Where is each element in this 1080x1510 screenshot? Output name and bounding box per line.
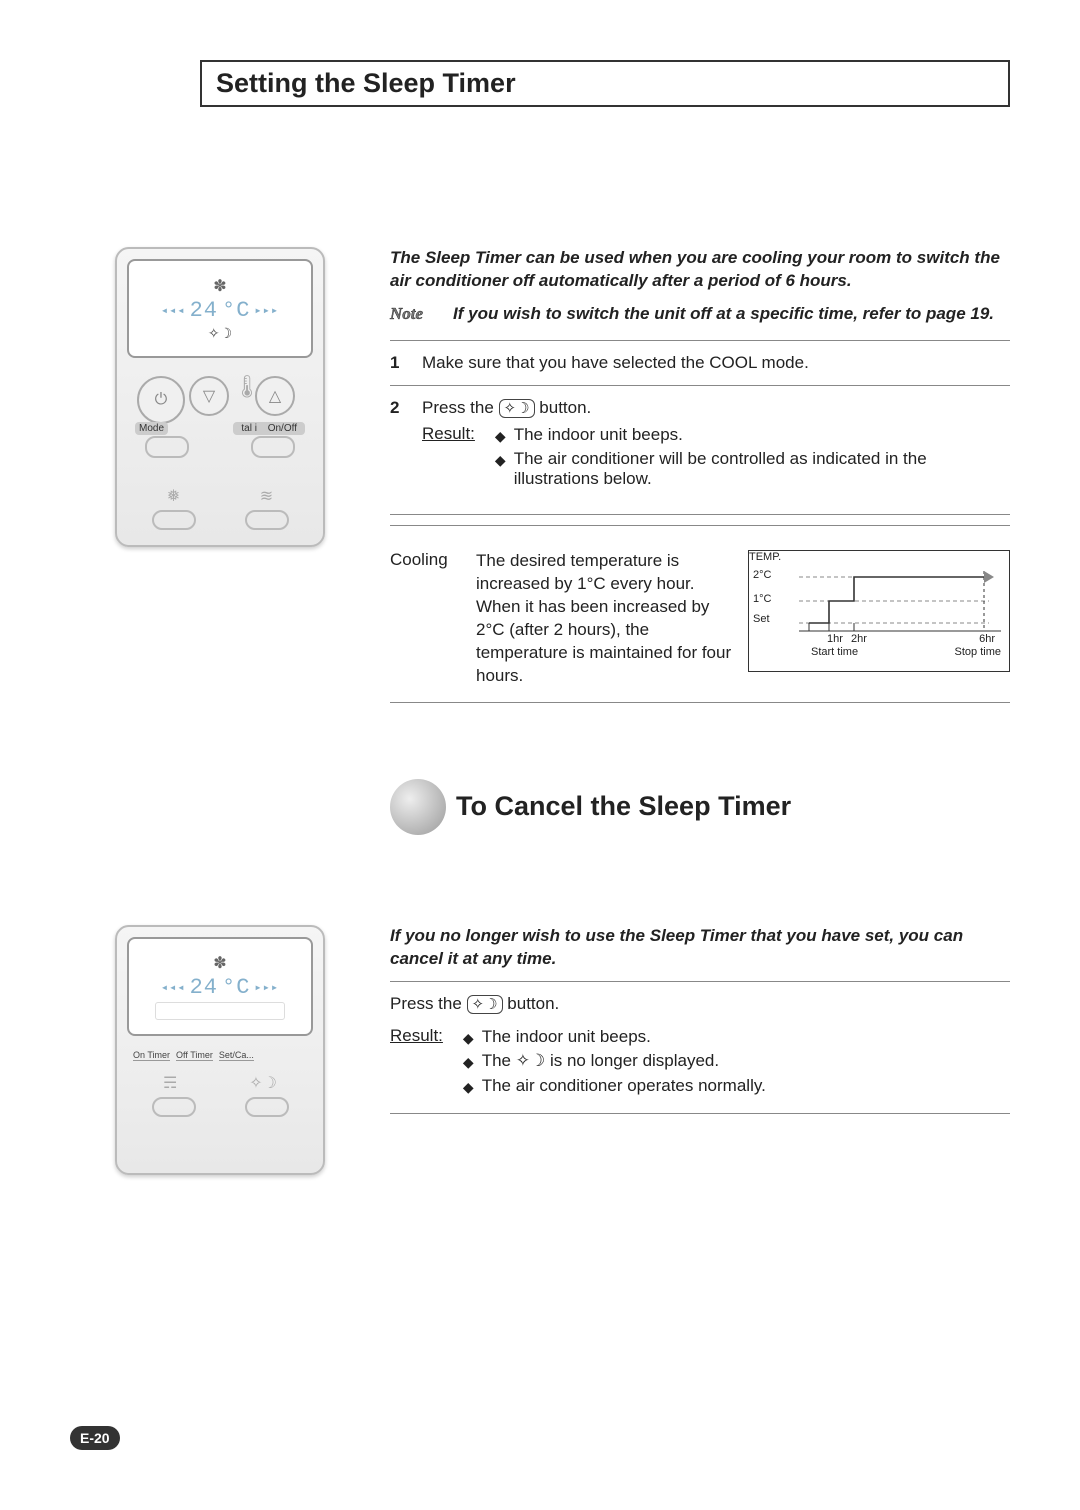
bullet-icon: ◆ <box>463 1076 474 1098</box>
step-1-num: 1 <box>390 353 408 373</box>
step-2-press: Press the <box>422 398 494 417</box>
divider <box>390 514 1010 515</box>
result-bullet-2: The air conditioner will be controlled a… <box>514 449 1010 489</box>
remote-illustration-1: ✽ ◂◂◂ 24°C ▸▸▸ ✧☽ ⏻ ▽ 🌡 △ Mode tal i O <box>115 247 325 547</box>
pill-small-4 <box>245 1097 289 1117</box>
pill-button-right <box>251 436 295 458</box>
pill-button-left <box>145 436 189 458</box>
chart-xtick-1hr: 1hr <box>827 633 843 645</box>
remote-lcd: ✽ ◂◂◂ 24°C ▸▸▸ ✧☽ <box>127 259 313 358</box>
lcd-temp-2: 24 <box>190 975 218 1000</box>
title-1: Setting the Sleep Timer <box>216 68 994 99</box>
chart-xtick-2hr: 2hr <box>851 633 867 645</box>
sec2-press: Press the <box>390 994 462 1013</box>
swing-icon: ≋ <box>260 486 273 506</box>
note-label: Note <box>390 303 423 326</box>
sec2-bullet-2-pre: The <box>482 1051 511 1070</box>
divider <box>390 525 1010 526</box>
cooling-text: The desired temperature is increased by … <box>476 550 732 688</box>
bullet-icon: ◆ <box>463 1051 474 1073</box>
sec2-button: button. <box>507 994 559 1013</box>
divider <box>390 385 1010 386</box>
pill-small-1 <box>152 510 196 530</box>
sleep-indicator-icon: ✧☽ <box>208 325 232 342</box>
cooling-label: Cooling <box>390 550 460 688</box>
sleep-glyph-icon: ✧☽ <box>516 1051 545 1070</box>
section1-intro: The Sleep Timer can be used when you are… <box>390 247 1010 293</box>
result-label: Result: <box>422 424 475 490</box>
divider <box>390 981 1010 982</box>
temp-up-button-icon: △ <box>255 376 295 416</box>
pill-small-3 <box>152 1097 196 1117</box>
cooling-temperature-chart: 2°C 1°C Set TEMP. <box>748 550 1010 672</box>
fan-icon: ❅ <box>167 486 180 506</box>
sleep-small-icon: ✧☽ <box>249 1073 277 1093</box>
sleep-button-icon: ✧☽ <box>499 399 535 418</box>
onoff-label: On/Off <box>264 422 301 435</box>
result-bullet-1: The indoor unit beeps. <box>514 425 683 447</box>
chart-xtick-6hr: 6hr <box>979 633 995 645</box>
lcd-unit: °C <box>222 298 250 323</box>
sec2-bullet-1: The indoor unit beeps. <box>482 1027 651 1049</box>
on-timer-label: On Timer <box>133 1050 170 1061</box>
section2-intro: If you no longer wish to use the Sleep T… <box>390 925 1010 971</box>
sec2-result-label: Result: <box>390 1026 443 1099</box>
divider <box>390 340 1010 341</box>
fan-bars-left-icon: ◂◂◂ <box>161 303 186 318</box>
title-2: To Cancel the Sleep Timer <box>456 791 791 822</box>
fan-bars-right-icon: ▸▸▸ <box>254 303 279 318</box>
fan-bars-right-icon: ▸▸▸ <box>254 980 279 995</box>
sec2-bullet-3: The air conditioner operates normally. <box>482 1076 766 1098</box>
remote-lcd-2: ✽ ◂◂◂ 24°C ▸▸▸ <box>127 937 313 1036</box>
temp-down-button-icon: ▽ <box>189 376 229 416</box>
step-2-num: 2 <box>390 398 408 490</box>
sec2-bullet-2-post: is no longer displayed. <box>550 1051 719 1070</box>
chart-start-label: Start time <box>811 646 858 658</box>
divider <box>390 702 1010 703</box>
snowflake-icon: ✽ <box>213 276 226 296</box>
fan-bars-left-icon: ◂◂◂ <box>161 980 186 995</box>
step-1-text: Make sure that you have selected the COO… <box>422 353 1010 373</box>
bullet-icon: ◆ <box>495 425 506 447</box>
lcd-blank-row <box>155 1002 284 1020</box>
remote-illustration-2: ✽ ◂◂◂ 24°C ▸▸▸ On Timer Off Timer Set/Ca… <box>115 925 325 1175</box>
bullet-icon: ◆ <box>463 1027 474 1049</box>
note-text: If you wish to switch the unit off at a … <box>453 303 994 326</box>
bullet-icon: ◆ <box>495 449 506 489</box>
page-number: E-20 <box>70 1426 120 1450</box>
set-cancel-label: Set/Ca... <box>219 1050 254 1061</box>
step-2-button: button. <box>539 398 591 417</box>
mode-label: Mode <box>135 422 168 435</box>
lcd-temp: 24 <box>190 298 218 323</box>
lcd-unit-2: °C <box>222 975 250 1000</box>
divider <box>390 1113 1010 1114</box>
pill-small-2 <box>245 510 289 530</box>
chart-stop-label: Stop time <box>955 646 1001 658</box>
power-button-icon: ⏻ <box>137 376 185 424</box>
sleep-button-icon: ✧☽ <box>467 995 503 1014</box>
digital-label: tal i <box>237 422 261 435</box>
off-timer-label: Off Timer <box>176 1050 213 1061</box>
section-2-circle-icon <box>390 779 446 835</box>
section-title-1: Setting the Sleep Timer <box>200 60 1010 107</box>
snowflake-icon: ✽ <box>213 953 226 973</box>
air-icon: ☴ <box>163 1073 177 1093</box>
